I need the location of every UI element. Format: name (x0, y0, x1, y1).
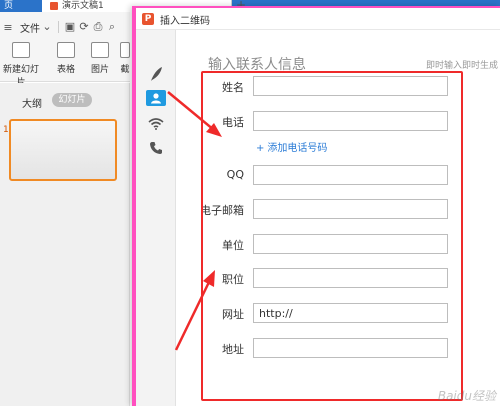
picture-icon (91, 42, 109, 58)
phone-icon[interactable] (144, 138, 168, 158)
tab-home[interactable]: 页 (0, 0, 42, 12)
contact-icon[interactable] (146, 90, 166, 106)
toolbar: ≡ 文件 ⌄ ▣ ⟳ ⎙ ⌕ 新建幻灯片 表格 图片 截 (0, 12, 132, 88)
qq-field-row: QQ (198, 165, 450, 185)
screenshot-label: 截 (120, 65, 130, 75)
position-input[interactable] (253, 268, 448, 288)
dialog-title: 插入二维码 (160, 16, 210, 27)
phone-input[interactable] (253, 111, 448, 131)
preview-icon[interactable]: ⌕ (105, 20, 119, 34)
file-menu[interactable]: 文件 (20, 20, 40, 35)
form-header: 输入联系人信息 (208, 57, 306, 73)
website-input[interactable] (253, 303, 448, 323)
address-field-row: 地址 (198, 338, 450, 358)
address-input[interactable] (253, 338, 448, 358)
watermark: Baidu经验 (437, 389, 496, 403)
app-logo-icon: P (142, 13, 154, 25)
save-icon[interactable]: ▣ (63, 20, 77, 34)
screenshot-button[interactable]: 截 (118, 42, 132, 75)
divider (58, 21, 59, 33)
picture-button[interactable]: 图片 (86, 42, 114, 75)
email-input[interactable] (253, 199, 448, 219)
add-phone-link[interactable]: + 添加电话号码 (256, 139, 327, 154)
position-label: 职位 (222, 273, 244, 286)
name-label: 姓名 (222, 81, 244, 94)
company-field-row: 单位 (198, 234, 450, 254)
chevron-down-icon[interactable]: ⌄ (40, 20, 54, 34)
slides-panel: 大纲 幻灯片 1 (0, 83, 130, 406)
feather-icon[interactable] (144, 64, 168, 84)
menu-icon[interactable]: ≡ (0, 21, 16, 34)
table-label: 表格 (56, 65, 75, 75)
new-slide-button[interactable]: 新建幻灯片 (0, 42, 42, 88)
presentation-icon (50, 2, 58, 10)
name-field-row: 姓名 (198, 76, 450, 96)
phone-field-row: 电话 (198, 111, 450, 131)
picture-label: 图片 (90, 65, 109, 75)
name-input[interactable] (253, 76, 448, 96)
tab-slides[interactable]: 幻灯片 (52, 93, 92, 107)
qq-input[interactable] (253, 165, 448, 185)
slide-thumbnail[interactable] (9, 119, 117, 181)
company-input[interactable] (253, 234, 448, 254)
tab-outline[interactable]: 大纲 (22, 95, 42, 110)
qq-label: QQ (226, 168, 244, 181)
email-field-row: 电子邮箱 (198, 199, 450, 219)
address-label: 地址 (222, 343, 244, 356)
company-label: 单位 (222, 239, 244, 252)
website-label: 网址 (222, 308, 244, 321)
position-field-row: 职位 (198, 268, 450, 288)
email-label: 电子邮箱 (200, 204, 244, 217)
add-phone-label: 添加电话号码 (267, 143, 328, 154)
ribbon: 新建幻灯片 表格 图片 截 (0, 42, 132, 88)
new-slide-icon (12, 42, 30, 58)
screenshot-icon (120, 42, 130, 58)
menu-row: ≡ 文件 ⌄ ▣ ⟳ ⎙ ⌕ (0, 18, 119, 36)
dialog-title-bar: P 插入二维码 (136, 8, 500, 30)
slide-number: 1 (3, 125, 9, 135)
print-icon[interactable]: ⎙ (91, 20, 105, 34)
dialog-sidebar (136, 30, 176, 406)
table-icon (57, 42, 75, 58)
document-title: 演示文稿1 (62, 1, 104, 11)
plus-icon: + (256, 143, 265, 154)
website-field-row: 网址 (198, 303, 450, 323)
share-icon[interactable]: ⟳ (77, 20, 91, 34)
form-hint: 即时输入即时生成 (425, 61, 498, 71)
wifi-icon[interactable] (144, 114, 168, 134)
phone-label: 电话 (222, 116, 244, 129)
panel-tabs: 大纲 幻灯片 (0, 93, 130, 110)
table-button[interactable]: 表格 (52, 42, 80, 75)
